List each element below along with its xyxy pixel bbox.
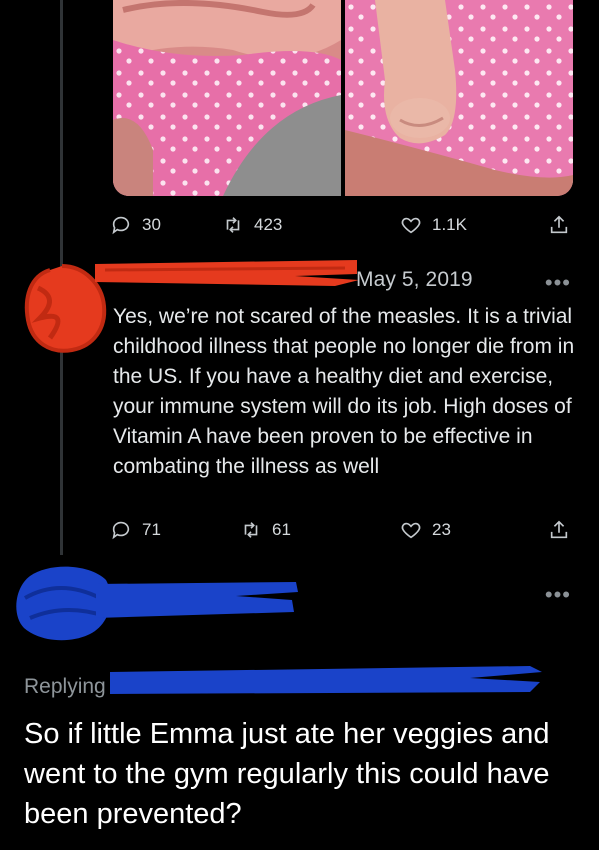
like-button[interactable]: 23 [400, 515, 451, 545]
tweet1-action-bar: 30 423 1.1K [110, 210, 580, 240]
retweet-count: 423 [254, 215, 283, 234]
like-icon [401, 217, 421, 234]
tweet2-more-icon[interactable]: ••• [545, 270, 571, 296]
retweet-button[interactable]: 423 [222, 210, 282, 240]
like-icon [401, 522, 421, 539]
media-image-baby-hand[interactable] [345, 0, 573, 196]
retweet-button[interactable]: 61 [240, 515, 291, 545]
retweet-icon [226, 217, 240, 233]
share-icon [550, 520, 568, 539]
share-button[interactable] [548, 515, 570, 545]
replying-to-label: Replying [24, 675, 106, 698]
reply-icon [112, 521, 130, 540]
tweet3-text: So if little Emma just ate her veggies a… [24, 718, 550, 830]
reply-count: 71 [142, 520, 161, 539]
retweet-icon [244, 522, 258, 538]
tweet2-timestamp[interactable]: May 5, 2019 [356, 268, 473, 292]
reply-button[interactable]: 30 [110, 210, 161, 240]
like-count: 23 [432, 520, 451, 539]
media-image-baby-face[interactable] [113, 0, 341, 196]
reply-button[interactable]: 71 [110, 515, 161, 545]
tweet2-text: Yes, we’re not scared of the measles. It… [113, 305, 575, 478]
reply-icon [112, 216, 130, 235]
like-count: 1.1K [432, 215, 467, 234]
retweet-count: 61 [272, 520, 291, 539]
share-icon [550, 215, 568, 234]
tweet-media[interactable] [113, 0, 573, 196]
redacted-name-red [95, 260, 359, 286]
tweet2-action-bar: 71 61 23 [110, 515, 580, 545]
reply-count: 30 [142, 215, 161, 234]
redacted-name-blue [96, 582, 298, 618]
share-button[interactable] [548, 210, 570, 240]
tweet3-more-icon[interactable]: ••• [545, 582, 571, 608]
like-button[interactable]: 1.1K [400, 210, 467, 240]
twitter-thread-screen: 30 423 1.1K May 5, 2019 ••• Yes, we’re n… [0, 0, 599, 850]
redacted-replying-to-blue [110, 666, 542, 694]
